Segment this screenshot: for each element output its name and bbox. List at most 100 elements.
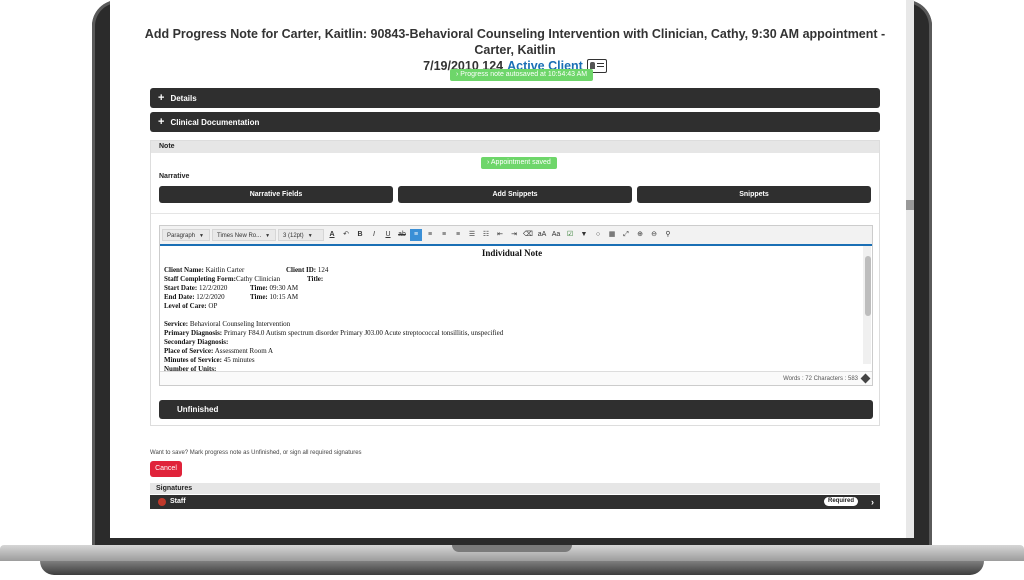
- chevron-right-icon[interactable]: ›: [871, 495, 874, 509]
- doc-line-service: Service: Behavioral Counseling Intervent…: [164, 320, 860, 329]
- document-title: Individual Note: [481, 248, 543, 258]
- staff-label: Staff Completing Form:: [164, 275, 236, 283]
- editor-scrollbar-thumb[interactable]: [865, 256, 871, 316]
- place-value: Assessment Room A: [214, 347, 274, 355]
- doc-line-minutes: Minutes of Service: 45 minutes: [164, 356, 860, 365]
- note-panel: Note Narrative Narrative Fields Add Snip…: [150, 140, 880, 426]
- font-select-value: Times New Ro...: [217, 233, 262, 239]
- snippets-button[interactable]: Snippets: [637, 186, 871, 203]
- align-center-icon[interactable]: ≡: [424, 229, 436, 241]
- details-accordion[interactable]: + Details: [150, 88, 880, 108]
- staff-value: Cathy Clinician: [235, 275, 281, 283]
- font-select[interactable]: Times New Ro... ▼: [212, 229, 276, 241]
- service-label: Service:: [164, 320, 189, 328]
- size-select[interactable]: 3 (12pt) ▼: [278, 229, 324, 241]
- start-date-label: Start Date:: [164, 284, 198, 292]
- bullet-list-icon[interactable]: ☰: [466, 229, 478, 241]
- editor-content[interactable]: Individual Note Client Name: Kaitlin Car…: [160, 246, 864, 373]
- rich-text-editor[interactable]: Paragraph ▼ Times New Ro... ▼ 3 (12pt) ▼ A …: [159, 225, 873, 386]
- checkbox-icon[interactable]: ☑: [564, 229, 576, 241]
- align-left-icon[interactable]: ≡: [410, 229, 422, 241]
- doc-line-primary-dx: Primary Diagnosis: Primary F84.0 Autism …: [164, 329, 860, 338]
- add-snippets-button[interactable]: Add Snippets: [398, 186, 632, 203]
- radio-icon[interactable]: ○: [592, 229, 604, 241]
- table-icon[interactable]: ▦: [606, 229, 618, 241]
- doc-line-start: Start Date: 12/2/2020 Time: 09:30 AM: [164, 284, 860, 293]
- doc-line-staff: Staff Completing Form:Cathy Clinician Ti…: [164, 275, 860, 284]
- format-select[interactable]: Paragraph ▼: [162, 229, 210, 241]
- client-id-value: 124: [317, 266, 329, 274]
- end-date-value: 12/2/2020: [196, 293, 225, 301]
- save-hint-text: Want to save? Mark progress note as Unfi…: [150, 450, 362, 456]
- zoom-out-icon[interactable]: ⊖: [648, 229, 660, 241]
- start-time-label: Time:: [250, 284, 268, 292]
- required-badge: Required: [823, 497, 858, 506]
- clear-format-icon[interactable]: ⌫: [522, 229, 534, 241]
- indent-icon[interactable]: ⇥: [508, 229, 520, 241]
- secondary-dx-label: Secondary Diagnosis:: [164, 338, 229, 346]
- laptop-base: [0, 545, 1024, 580]
- zoom-in-icon[interactable]: ⊕: [634, 229, 646, 241]
- minutes-value: 45 minutes: [223, 356, 255, 364]
- doc-line-level: Level of Care: OP: [164, 302, 860, 311]
- font-color-icon[interactable]: A: [326, 229, 338, 241]
- unfinished-status-bar[interactable]: Unfinished: [159, 400, 873, 419]
- doc-line-place: Place of Service: Assessment Room A: [164, 347, 860, 356]
- start-date-value: 12/2/2020: [199, 284, 228, 292]
- plus-icon: +: [158, 116, 165, 128]
- staff-signature-row[interactable]: Staff Required ›: [150, 495, 880, 509]
- page-scrollbar[interactable]: [906, 0, 914, 538]
- app-screen: Add Progress Note for Carter, Kaitlin: 9…: [110, 0, 914, 538]
- size-select-value: 3 (12pt): [283, 233, 304, 239]
- align-justify-icon[interactable]: ≡: [452, 229, 464, 241]
- client-name-label: Client Name:: [164, 266, 204, 274]
- caret-down-icon: ▼: [307, 233, 313, 239]
- client-name-value: Kaitlin Carter: [205, 266, 245, 274]
- clinical-documentation-accordion[interactable]: + Clinical Documentation: [150, 112, 880, 132]
- underline-icon[interactable]: U: [382, 229, 394, 241]
- laptop-notch: [452, 545, 572, 552]
- level-label: Level of Care:: [164, 302, 207, 310]
- caret-down-icon: ▼: [199, 233, 204, 239]
- autosave-toast: › Progress note autosaved at 10:54:43 AM: [450, 69, 594, 81]
- outdent-icon[interactable]: ⇤: [494, 229, 506, 241]
- details-label: Details: [170, 94, 197, 103]
- title-label: Title:: [307, 275, 324, 283]
- doc-line-client: Client Name: Kaitlin Carter Client ID: 1…: [164, 266, 860, 275]
- page-title-line1: Add Progress Note for Carter, Kaitlin: 9…: [144, 27, 886, 57]
- narrative-fields-button[interactable]: Narrative Fields: [159, 186, 393, 203]
- plus-icon: +: [158, 92, 165, 104]
- caret-down-icon: ▼: [265, 233, 271, 239]
- format-select-value: Paragraph: [167, 233, 196, 239]
- laptop-base-bottom: [40, 561, 984, 575]
- signature-status-icon: [158, 498, 166, 506]
- dropdown-field-icon[interactable]: ▼: [578, 229, 590, 241]
- end-time-value: 10:15 AM: [269, 293, 299, 301]
- fullscreen-icon[interactable]: ⤢: [620, 229, 632, 241]
- align-right-icon[interactable]: ≡: [438, 229, 450, 241]
- clinical-label: Clinical Documentation: [170, 118, 260, 127]
- primary-dx-label: Primary Diagnosis:: [164, 329, 223, 337]
- cancel-button[interactable]: Cancel: [150, 461, 182, 477]
- appointment-saved-toast: › Appointment saved: [481, 157, 557, 169]
- find-replace-icon[interactable]: ⚲: [662, 229, 674, 241]
- undo-icon[interactable]: ↶: [340, 229, 352, 241]
- minutes-label: Minutes of Service:: [164, 356, 222, 364]
- signatures-header: Signatures: [150, 483, 880, 494]
- uppercase-icon[interactable]: Aa: [550, 229, 562, 241]
- end-date-label: End Date:: [164, 293, 195, 301]
- italic-icon[interactable]: I: [368, 229, 380, 241]
- bold-icon[interactable]: B: [354, 229, 366, 241]
- client-id-label: Client ID:: [286, 266, 317, 274]
- numbered-list-icon[interactable]: ☷: [480, 229, 492, 241]
- page-title: Add Progress Note for Carter, Kaitlin: 9…: [140, 26, 890, 74]
- note-header: Note: [151, 141, 879, 153]
- start-time-value: 09:30 AM: [269, 284, 299, 292]
- lowercase-icon[interactable]: aA: [536, 229, 548, 241]
- end-time-label: Time:: [250, 293, 268, 301]
- service-value: Behavioral Counseling Intervention: [189, 320, 291, 328]
- page-scrollbar-thumb[interactable]: [906, 200, 914, 210]
- narrative-label: Narrative: [159, 173, 190, 180]
- strikethrough-icon[interactable]: ab: [396, 229, 408, 241]
